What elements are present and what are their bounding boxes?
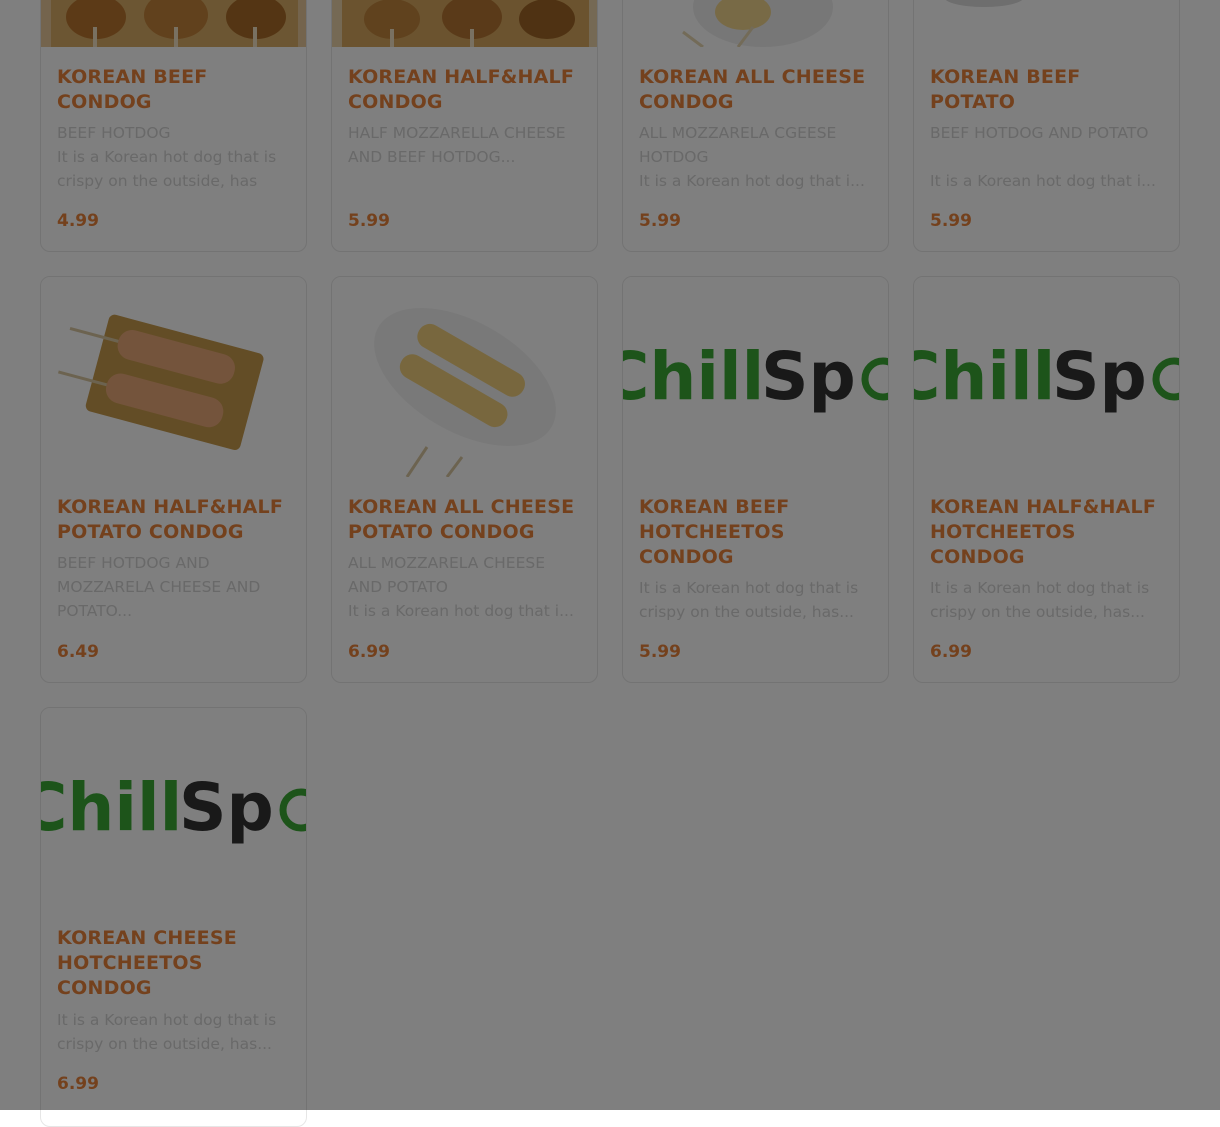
modal-backdrop-overlay[interactable]: [0, 0, 1220, 1110]
